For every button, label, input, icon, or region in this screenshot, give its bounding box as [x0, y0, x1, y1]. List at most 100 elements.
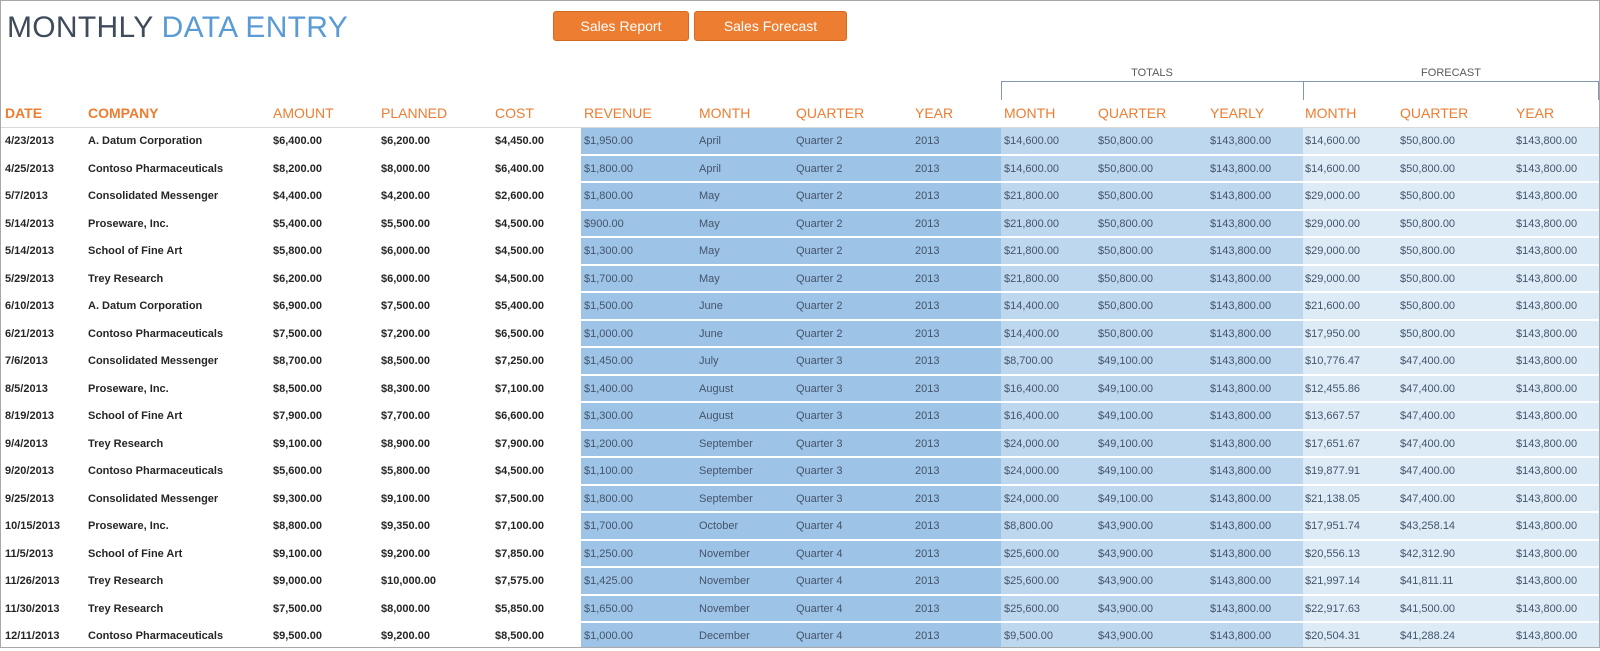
cell-amount[interactable]: $7,500.00: [273, 328, 322, 340]
cell-amount[interactable]: $8,800.00: [273, 520, 322, 532]
cell-totals-yearly[interactable]: $143,800.00: [1210, 410, 1271, 422]
cell-forecast-year[interactable]: $143,800.00: [1516, 548, 1577, 560]
cell-forecast-month[interactable]: $21,997.14: [1305, 575, 1360, 587]
cell-revenue[interactable]: $1,425.00: [584, 575, 633, 587]
cell-year[interactable]: 2013: [915, 383, 939, 395]
cell-revenue[interactable]: $1,450.00: [584, 355, 633, 367]
cell-date[interactable]: 12/11/2013: [5, 630, 59, 642]
table-row[interactable]: 6/10/2013 A. Datum Corporation $6,900.00 $7…: [1, 293, 1599, 321]
cell-company[interactable]: A. Datum Corporation: [88, 300, 202, 312]
cell-forecast-year[interactable]: $143,800.00: [1516, 438, 1577, 450]
cell-year[interactable]: 2013: [915, 575, 939, 587]
cell-forecast-month[interactable]: $21,138.05: [1305, 493, 1360, 505]
cell-forecast-month[interactable]: $10,776.47: [1305, 355, 1360, 367]
cell-planned[interactable]: $6,000.00: [381, 273, 430, 285]
cell-forecast-month[interactable]: $29,000.00: [1305, 190, 1360, 202]
cell-forecast-month[interactable]: $20,504.31: [1305, 630, 1360, 642]
cell-date[interactable]: 9/4/2013: [5, 438, 48, 450]
cell-month[interactable]: May: [699, 273, 720, 285]
cell-amount[interactable]: $9,100.00: [273, 438, 322, 450]
cell-amount[interactable]: $9,000.00: [273, 575, 322, 587]
col-header-company[interactable]: COMPANY: [88, 105, 159, 121]
cell-cost[interactable]: $5,400.00: [495, 300, 544, 312]
cell-forecast-quarter[interactable]: $47,400.00: [1400, 383, 1455, 395]
col-header-totals-month[interactable]: MONTH: [1004, 105, 1055, 121]
cell-forecast-year[interactable]: $143,800.00: [1516, 245, 1577, 257]
col-header-amount[interactable]: AMOUNT: [273, 105, 334, 121]
cell-date[interactable]: 4/25/2013: [5, 163, 54, 175]
cell-forecast-year[interactable]: $143,800.00: [1516, 135, 1577, 147]
cell-revenue[interactable]: $1,800.00: [584, 163, 633, 175]
cell-year[interactable]: 2013: [915, 355, 939, 367]
cell-forecast-quarter[interactable]: $50,800.00: [1400, 135, 1455, 147]
table-row[interactable]: 5/14/2013 School of Fine Art $5,800.00 $6,0…: [1, 238, 1599, 266]
cell-totals-yearly[interactable]: $143,800.00: [1210, 438, 1271, 450]
cell-totals-month[interactable]: $25,600.00: [1004, 575, 1059, 587]
cell-forecast-year[interactable]: $143,800.00: [1516, 300, 1577, 312]
cell-date[interactable]: 11/5/2013: [5, 548, 53, 560]
cell-totals-quarter[interactable]: $50,800.00: [1098, 300, 1153, 312]
cell-forecast-quarter[interactable]: $50,800.00: [1400, 218, 1455, 230]
cell-totals-month[interactable]: $14,600.00: [1004, 135, 1059, 147]
cell-forecast-year[interactable]: $143,800.00: [1516, 410, 1577, 422]
cell-revenue[interactable]: $1,300.00: [584, 245, 633, 257]
cell-totals-quarter[interactable]: $43,900.00: [1098, 603, 1153, 615]
cell-year[interactable]: 2013: [915, 245, 939, 257]
cell-company[interactable]: Consolidated Messenger: [88, 355, 218, 367]
cell-planned[interactable]: $6,000.00: [381, 245, 430, 257]
cell-quarter[interactable]: Quarter 4: [796, 603, 842, 615]
cell-forecast-year[interactable]: $143,800.00: [1516, 630, 1577, 642]
cell-cost[interactable]: $8,500.00: [495, 630, 544, 642]
cell-year[interactable]: 2013: [915, 548, 939, 560]
cell-amount[interactable]: $8,700.00: [273, 355, 322, 367]
cell-amount[interactable]: $5,800.00: [273, 245, 322, 257]
cell-quarter[interactable]: Quarter 2: [796, 300, 842, 312]
cell-amount[interactable]: $9,300.00: [273, 493, 322, 505]
cell-planned[interactable]: $7,200.00: [381, 328, 430, 340]
cell-year[interactable]: 2013: [915, 465, 939, 477]
cell-year[interactable]: 2013: [915, 273, 939, 285]
cell-forecast-month[interactable]: $19,877.91: [1305, 465, 1360, 477]
cell-forecast-year[interactable]: $143,800.00: [1516, 465, 1577, 477]
col-header-cost[interactable]: COST: [495, 105, 534, 121]
cell-quarter[interactable]: Quarter 3: [796, 383, 842, 395]
cell-company[interactable]: Contoso Pharmaceuticals: [88, 465, 223, 477]
cell-revenue[interactable]: $1,500.00: [584, 300, 633, 312]
cell-month[interactable]: November: [699, 575, 750, 587]
cell-planned[interactable]: $8,000.00: [381, 163, 430, 175]
cell-year[interactable]: 2013: [915, 190, 939, 202]
cell-forecast-year[interactable]: $143,800.00: [1516, 493, 1577, 505]
cell-forecast-year[interactable]: $143,800.00: [1516, 273, 1577, 285]
cell-planned[interactable]: $8,900.00: [381, 438, 430, 450]
cell-totals-month[interactable]: $16,400.00: [1004, 410, 1059, 422]
cell-revenue[interactable]: $1,400.00: [584, 383, 633, 395]
table-row[interactable]: 4/23/2013 A. Datum Corporation $6,400.00 $6…: [1, 128, 1599, 156]
cell-year[interactable]: 2013: [915, 135, 939, 147]
cell-totals-month[interactable]: $14,400.00: [1004, 328, 1059, 340]
cell-quarter[interactable]: Quarter 4: [796, 548, 842, 560]
cell-forecast-month[interactable]: $17,951.74: [1305, 520, 1360, 532]
cell-month[interactable]: November: [699, 603, 750, 615]
cell-month[interactable]: May: [699, 245, 720, 257]
cell-forecast-quarter[interactable]: $47,400.00: [1400, 438, 1455, 450]
cell-company[interactable]: School of Fine Art: [88, 245, 182, 257]
cell-forecast-quarter[interactable]: $50,800.00: [1400, 328, 1455, 340]
cell-month[interactable]: September: [699, 438, 753, 450]
table-row[interactable]: 9/4/2013 Trey Research $9,100.00 $8,900.00 $…: [1, 431, 1599, 458]
cell-company[interactable]: A. Datum Corporation: [88, 135, 202, 147]
cell-company[interactable]: Consolidated Messenger: [88, 190, 218, 202]
cell-month[interactable]: April: [699, 163, 721, 175]
cell-month[interactable]: September: [699, 493, 753, 505]
cell-forecast-month[interactable]: $22,917.63: [1305, 603, 1360, 615]
cell-company[interactable]: Contoso Pharmaceuticals: [88, 630, 223, 642]
cell-forecast-quarter[interactable]: $50,800.00: [1400, 190, 1455, 202]
cell-totals-month[interactable]: $9,500.00: [1004, 630, 1053, 642]
cell-revenue[interactable]: $900.00: [584, 218, 624, 230]
cell-cost[interactable]: $7,500.00: [495, 493, 544, 505]
cell-amount[interactable]: $4,400.00: [273, 190, 322, 202]
cell-revenue[interactable]: $1,700.00: [584, 520, 633, 532]
cell-totals-month[interactable]: $14,600.00: [1004, 163, 1059, 175]
cell-cost[interactable]: $7,100.00: [495, 383, 544, 395]
cell-totals-yearly[interactable]: $143,800.00: [1210, 493, 1271, 505]
cell-cost[interactable]: $6,500.00: [495, 328, 544, 340]
